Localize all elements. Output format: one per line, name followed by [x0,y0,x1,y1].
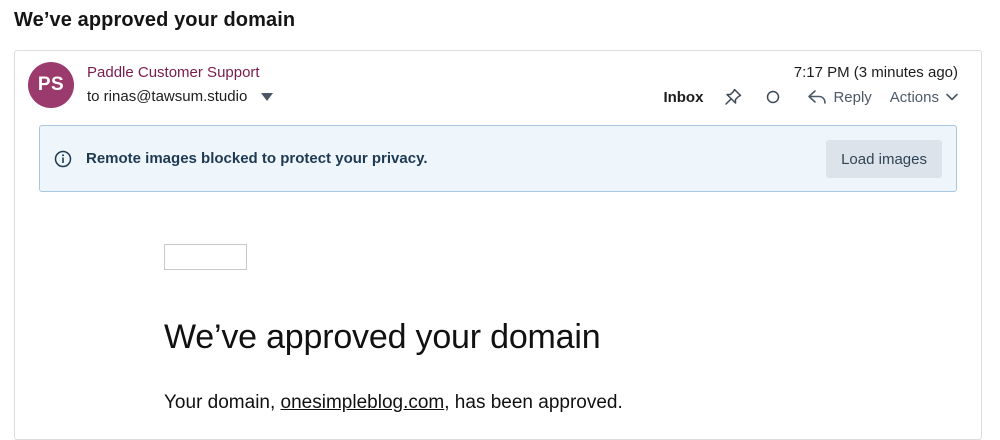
message-toolbar: Inbox Reply Actions [663,87,959,107]
chevron-down-icon [946,93,958,101]
actions-menu-button[interactable]: Actions [890,89,959,106]
privacy-banner: Remote images blocked to protect your pr… [39,125,957,192]
timestamp: 7:17 PM (3 minutes ago) [793,64,958,81]
avatar: PS [28,62,74,108]
folder-label[interactable]: Inbox [663,89,703,106]
sender-name[interactable]: Paddle Customer Support [87,64,260,81]
circle-icon[interactable] [765,89,781,105]
privacy-banner-text: Remote images blocked to protect your pr… [86,150,428,167]
page-title: We’ve approved your domain [14,9,296,31]
email-body: Your domain, onesimpleblog.com, has been… [164,392,623,414]
message-card: PS Paddle Customer Support to rinas@taws… [14,50,982,440]
actions-label: Actions [889,88,939,106]
reply-arrow-icon [808,90,827,104]
blocked-image-placeholder [164,244,247,270]
recipient-row: to rinas@tawsum.studio [87,88,274,105]
email-body-prefix: Your domain, [164,392,281,413]
load-images-button[interactable]: Load images [826,140,942,178]
reply-label: Reply [833,88,872,106]
email-heading: We’ve approved your domain [164,318,601,356]
pin-icon[interactable] [723,87,743,107]
info-icon [54,150,72,173]
domain-link[interactable]: onesimpleblog.com [281,392,445,413]
recipient-details-caret-icon[interactable] [261,92,274,101]
email-body-suffix: , has been approved. [444,392,623,413]
reply-button[interactable]: Reply [807,88,872,106]
recipient-text: to rinas@tawsum.studio [87,88,248,105]
